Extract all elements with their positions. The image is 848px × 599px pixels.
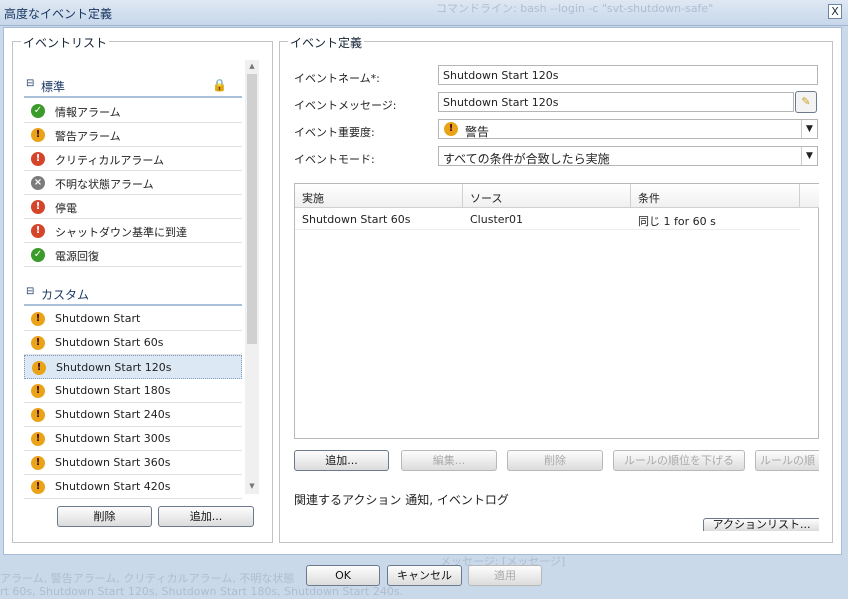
lock-icon: 🔒 [212,78,227,92]
scroll-down-icon[interactable]: ▼ [245,482,259,494]
scrollbar-thumb[interactable] [247,74,257,344]
column-header[interactable]: ソース [463,184,631,208]
check-icon: ✓ [31,104,45,118]
edit-rule-button[interactable]: 編集... [401,450,497,471]
list-item[interactable]: ✓ 情報アラーム [24,99,242,123]
list-item[interactable]: × 不明な状態アラーム [24,171,242,195]
list-item[interactable]: ! Shutdown Start 60s [24,331,242,355]
collapse-icon[interactable]: ⊟ [26,286,34,297]
move-rule-down-button[interactable]: ルールの順位を下げる [613,450,745,471]
event-message-label: イベントメッセージ: [294,99,397,112]
section-title: 標準 [41,80,66,94]
list-item[interactable]: ! Shutdown Start 240s [24,403,242,427]
related-actions-text: 関連するアクション 通知, イベントログ [294,493,509,507]
background-text: コマンドライン: bash --login -c "svt-shutdown-s… [436,2,714,15]
list-item-label: 停電 [55,202,77,215]
event-definition-legend: イベント定義 [288,34,365,51]
title-bar: 高度なイベント定義 X [0,0,848,26]
pencil-icon: ✎ [801,95,811,108]
list-item[interactable]: ! Shutdown Start 120s [24,355,242,379]
table-cell: 同じ 1 for 60 s [631,208,800,230]
list-item[interactable]: ! シャットダウン基準に到達 [24,219,242,243]
list-item-label: Shutdown Start [55,312,141,325]
section-title: カスタム [41,288,90,302]
list-item[interactable]: ! クリティカルアラーム [24,147,242,171]
event-list-scrollbar[interactable]: ▲ ▼ [245,60,259,494]
ok-button[interactable]: OK [306,565,380,586]
list-item-label: 電源回復 [55,250,99,263]
list-item-label: 警告アラーム [55,130,121,143]
add-rule-button[interactable]: 追加... [294,450,389,471]
scroll-up-icon[interactable]: ▲ [245,62,259,74]
cancel-button[interactable]: キャンセル [387,565,462,586]
list-item-label: Shutdown Start 420s [55,480,171,493]
list-item[interactable]: ! Shutdown Start 180s [24,379,242,403]
apply-button[interactable]: 適用 [468,565,542,586]
event-severity-label: イベント重要度: [294,126,375,139]
list-item-label: Shutdown Start 180s [55,384,171,397]
list-item[interactable]: ! Shutdown Start 360s [24,451,242,475]
chevron-down-icon[interactable]: ▼ [801,147,817,165]
table-cell: Shutdown Start 60s [295,208,463,230]
move-rule-up-button[interactable]: ルールの順 [755,450,819,471]
check-icon: ✓ [31,248,45,262]
list-item-label: Shutdown Start 300s [55,432,171,445]
list-item-label: Shutdown Start 360s [55,456,171,469]
critical-icon: ! [31,224,45,238]
action-list-button[interactable]: アクションリスト... [703,518,819,531]
rules-table: 実施 ソース 条件 Shutdown Start 60s Cluster01 同… [294,183,819,439]
event-message-input[interactable]: Shutdown Start 120s [438,92,794,112]
chevron-down-icon[interactable]: ▼ [801,120,817,138]
add-event-button[interactable]: 追加... [158,506,254,527]
warning-icon: ! [31,480,45,494]
event-name-label: イベントネーム*: [294,72,380,85]
background-text: アラーム, 警告アラーム, クリティカルアラーム, 不明な状態 [0,572,295,585]
warning-icon: ! [32,361,46,375]
critical-icon: ! [31,200,45,214]
delete-event-button[interactable]: 削除 [57,506,152,527]
warning-icon: ! [444,122,458,136]
list-item-label: Shutdown Start 120s [56,361,172,374]
list-item[interactable]: ! Shutdown Start 420s [24,475,242,499]
list-item[interactable]: ! Shutdown Start [24,307,242,331]
critical-icon: ! [31,152,45,166]
column-header-filler [800,184,819,208]
list-item[interactable]: ! Shutdown Start 300s [24,427,242,451]
list-item-label: 不明な状態アラーム [55,178,154,191]
selected-value: 警告 [465,125,490,139]
section-custom[interactable]: ⊟ カスタム [24,280,242,306]
selected-value: すべての条件が合致したら実施 [443,152,610,166]
event-list-legend: イベントリスト [21,34,110,51]
list-item[interactable]: ✓ 電源回復 [24,243,242,267]
table-cell: Cluster01 [463,208,631,230]
list-item-label: Shutdown Start 60s [55,336,164,349]
warning-icon: ! [31,384,45,398]
collapse-icon[interactable]: ⊟ [26,78,34,89]
column-header[interactable]: 条件 [631,184,800,208]
list-item-label: Shutdown Start 240s [55,408,171,421]
delete-rule-button[interactable]: 削除 [507,450,603,471]
section-standard[interactable]: ⊟ 標準 🔒 [24,72,242,98]
unknown-icon: × [31,176,45,190]
event-name-input[interactable]: Shutdown Start 120s [438,65,818,85]
edit-message-button[interactable]: ✎ [795,91,817,113]
event-mode-label: イベントモード: [294,153,375,166]
warning-icon: ! [31,456,45,470]
event-severity-select[interactable]: ! 警告 ▼ [438,119,818,139]
background-text: rt 60s, Shutdown Start 120s, Shutdown St… [0,585,404,598]
warning-icon: ! [31,312,45,326]
list-item[interactable]: ! 停電 [24,195,242,219]
warning-icon: ! [31,408,45,422]
warning-icon: ! [31,128,45,142]
event-mode-select[interactable]: すべての条件が合致したら実施 ▼ [438,146,818,166]
window-title: 高度なイベント定義 [4,7,113,21]
list-item-label: シャットダウン基準に到達 [55,226,187,239]
column-header[interactable]: 実施 [295,184,463,208]
warning-icon: ! [31,432,45,446]
list-item-label: 情報アラーム [55,106,121,119]
list-item-label: クリティカルアラーム [55,154,165,167]
warning-icon: ! [31,336,45,350]
list-item[interactable]: ! 警告アラーム [24,123,242,147]
close-button[interactable]: X [828,4,842,19]
